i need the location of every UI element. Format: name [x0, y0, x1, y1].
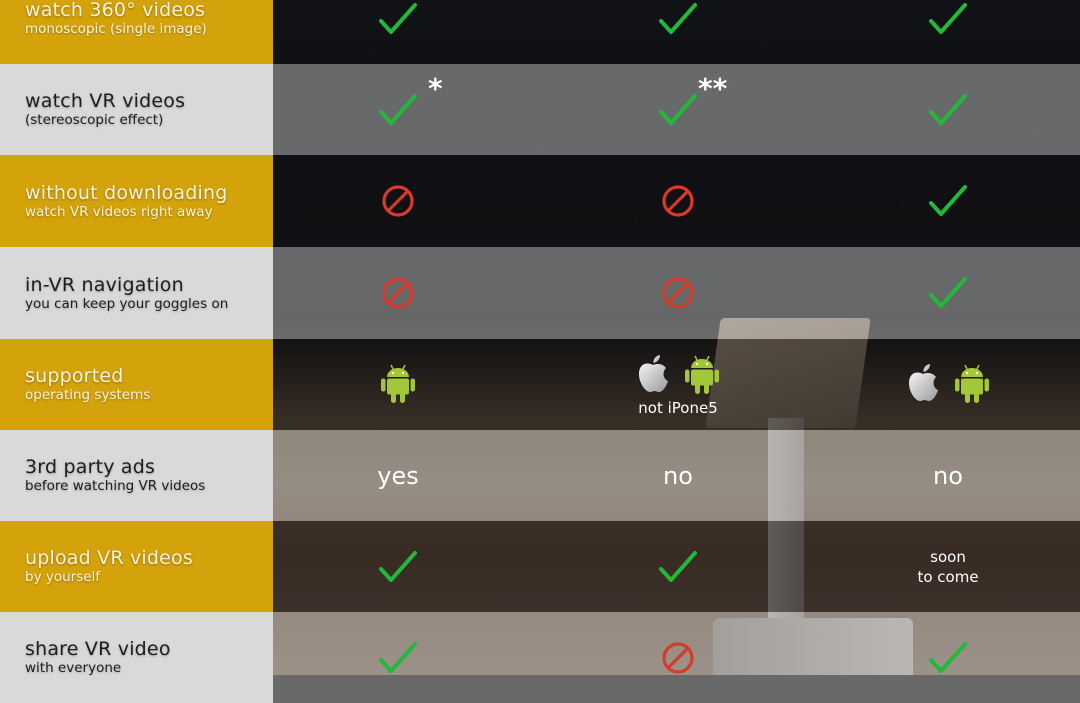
- table-row: without downloading watch VR videos right…: [0, 155, 1080, 247]
- feature-title: watch VR videos: [25, 90, 186, 112]
- feature-subtitle: by yourself: [25, 569, 101, 585]
- value-cell: no: [848, 430, 1048, 521]
- checkmark-icon: [378, 1, 418, 37]
- feature-subtitle: you can keep your goggles on: [25, 295, 229, 312]
- value-cell: yes: [298, 430, 498, 521]
- value-cell: [848, 0, 1048, 64]
- checkmark-icon: [928, 1, 968, 37]
- values-area: * **: [273, 64, 1080, 155]
- feature-label: share VR video with everyone: [0, 612, 273, 703]
- value-cell: **: [578, 64, 778, 155]
- values-area: [273, 247, 1080, 339]
- values-area: not iPone5: [273, 339, 1080, 430]
- value-cell: [298, 612, 498, 703]
- checkmark-icon: [658, 92, 698, 128]
- feature-subtitle: monoscopic (single image): [25, 21, 207, 37]
- values-area: [273, 0, 1080, 64]
- apple-icon: [636, 354, 670, 398]
- feature-title: supported: [25, 365, 124, 387]
- checkmark-icon: [658, 549, 698, 585]
- value-text: no: [933, 461, 963, 490]
- values-area: soon to come: [273, 521, 1080, 612]
- prohibited-icon: [381, 276, 415, 310]
- feature-label: supported operating systems: [0, 339, 273, 430]
- value-cell: soon to come: [848, 521, 1048, 612]
- value-cell: [848, 612, 1048, 703]
- value-cell: [298, 339, 498, 430]
- value-cell: not iPone5: [578, 339, 778, 430]
- feature-title: watch 360° videos: [25, 0, 206, 21]
- value-cell: [848, 155, 1048, 247]
- feature-label: without downloading watch VR videos right…: [0, 155, 273, 247]
- checkmark-icon: [928, 275, 968, 311]
- value-text: yes: [377, 461, 419, 490]
- feature-label: watch 360° videos monoscopic (single imag…: [0, 0, 273, 64]
- value-cell: [578, 612, 778, 703]
- values-area: [273, 155, 1080, 247]
- prohibited-icon: [661, 184, 695, 218]
- android-icon: [380, 362, 416, 408]
- value-cell: [848, 339, 1048, 430]
- table-row: in-VR navigation you can keep your goggle…: [0, 247, 1080, 339]
- android-icon: [684, 353, 720, 399]
- feature-subtitle: before watching VR videos: [25, 478, 206, 494]
- value-cell: no: [578, 430, 778, 521]
- feature-label: in-VR navigation you can keep your goggle…: [0, 247, 273, 339]
- feature-subtitle: watch VR videos right away: [25, 203, 213, 220]
- value-cell: [848, 64, 1048, 155]
- feature-label: upload VR videos by yourself: [0, 521, 273, 612]
- checkmark-icon: [928, 183, 968, 219]
- value-cell: [298, 0, 498, 64]
- values-area: yes no no: [273, 430, 1080, 521]
- os-note: not iPone5: [638, 398, 718, 417]
- checkmark-icon: [928, 640, 968, 676]
- table-row: watch VR videos (stereoscopic effect) * **: [0, 64, 1080, 155]
- feature-subtitle: with everyone: [25, 660, 122, 676]
- footnote-marker: *: [428, 72, 443, 105]
- checkmark-icon: [378, 640, 418, 676]
- prohibited-icon: [661, 276, 695, 310]
- prohibited-icon: [661, 641, 695, 675]
- checkmark-icon: [658, 1, 698, 37]
- feature-subtitle: operating systems: [25, 387, 151, 403]
- value-cell: [578, 155, 778, 247]
- table-row: watch 360° videos monoscopic (single imag…: [0, 0, 1080, 64]
- value-text: soon: [930, 547, 966, 566]
- value-cell: [848, 247, 1048, 339]
- value-cell: [578, 521, 778, 612]
- checkmark-icon: [378, 92, 418, 128]
- feature-title: share VR video: [25, 638, 171, 660]
- checkmark-icon: [378, 549, 418, 585]
- os-icons: [636, 353, 720, 399]
- os-icons: [906, 362, 990, 408]
- feature-title: in-VR navigation: [25, 273, 184, 296]
- feature-title: without downloading: [25, 181, 228, 204]
- values-area: [273, 612, 1080, 703]
- value-cell: *: [298, 64, 498, 155]
- feature-title: 3rd party ads: [25, 456, 156, 478]
- value-cell: [578, 247, 778, 339]
- feature-label: 3rd party ads before watching VR videos: [0, 430, 273, 521]
- table-row: supported operating systems not iPone5: [0, 339, 1080, 430]
- value-cell: [298, 155, 498, 247]
- value-cell: [298, 247, 498, 339]
- value-text: to come: [917, 567, 979, 586]
- feature-title: upload VR videos: [25, 547, 193, 569]
- table-row: upload VR videos by yourself soon to come: [0, 521, 1080, 612]
- android-icon: [954, 362, 990, 408]
- value-cell: [578, 0, 778, 64]
- os-icons: [380, 362, 416, 408]
- feature-subtitle: (stereoscopic effect): [25, 112, 164, 128]
- apple-icon: [906, 363, 940, 407]
- prohibited-icon: [381, 184, 415, 218]
- checkmark-icon: [928, 92, 968, 128]
- footnote-marker: **: [698, 72, 728, 105]
- value-text: no: [663, 461, 693, 490]
- table-row: share VR video with everyone: [0, 612, 1080, 703]
- feature-label: watch VR videos (stereoscopic effect): [0, 64, 273, 155]
- table-row: 3rd party ads before watching VR videos ye…: [0, 430, 1080, 521]
- value-cell: [298, 521, 498, 612]
